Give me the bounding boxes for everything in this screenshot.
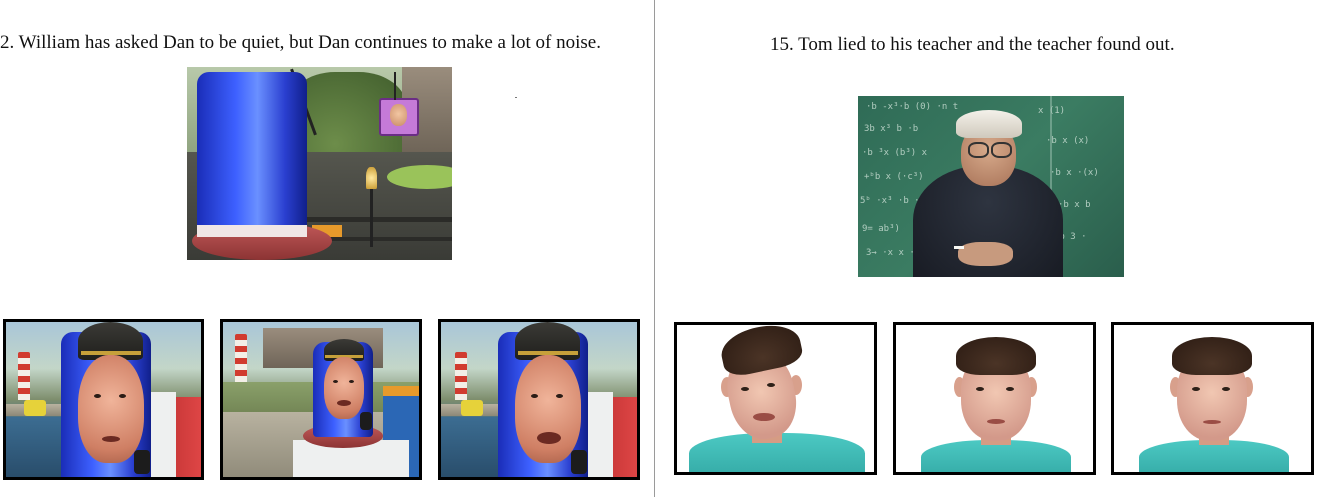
- boy-face-option-1[interactable]: [674, 322, 877, 475]
- teacher-chalkboard-image: ·b -x³·b (0) ·n t 3b x³ b ·b ·b ³x (b³) …: [858, 96, 1124, 277]
- boy-face-option-3[interactable]: [1111, 322, 1314, 475]
- captain-face-option-1[interactable]: [3, 319, 204, 480]
- panel-divider: [654, 0, 655, 497]
- boy-face-option-2[interactable]: [893, 322, 1096, 475]
- right-question-caption: 15. Tom lied to his teacher and the teac…: [770, 34, 1175, 55]
- captain-face-option-2[interactable]: [220, 319, 422, 480]
- captain-face-option-3[interactable]: [438, 319, 640, 480]
- left-question-caption: 2. William has asked Dan to be quiet, bu…: [0, 32, 601, 53]
- cable-car-scene-image: [187, 67, 452, 260]
- page-speck: [515, 97, 517, 98]
- cable-car-video-screen: [379, 98, 419, 136]
